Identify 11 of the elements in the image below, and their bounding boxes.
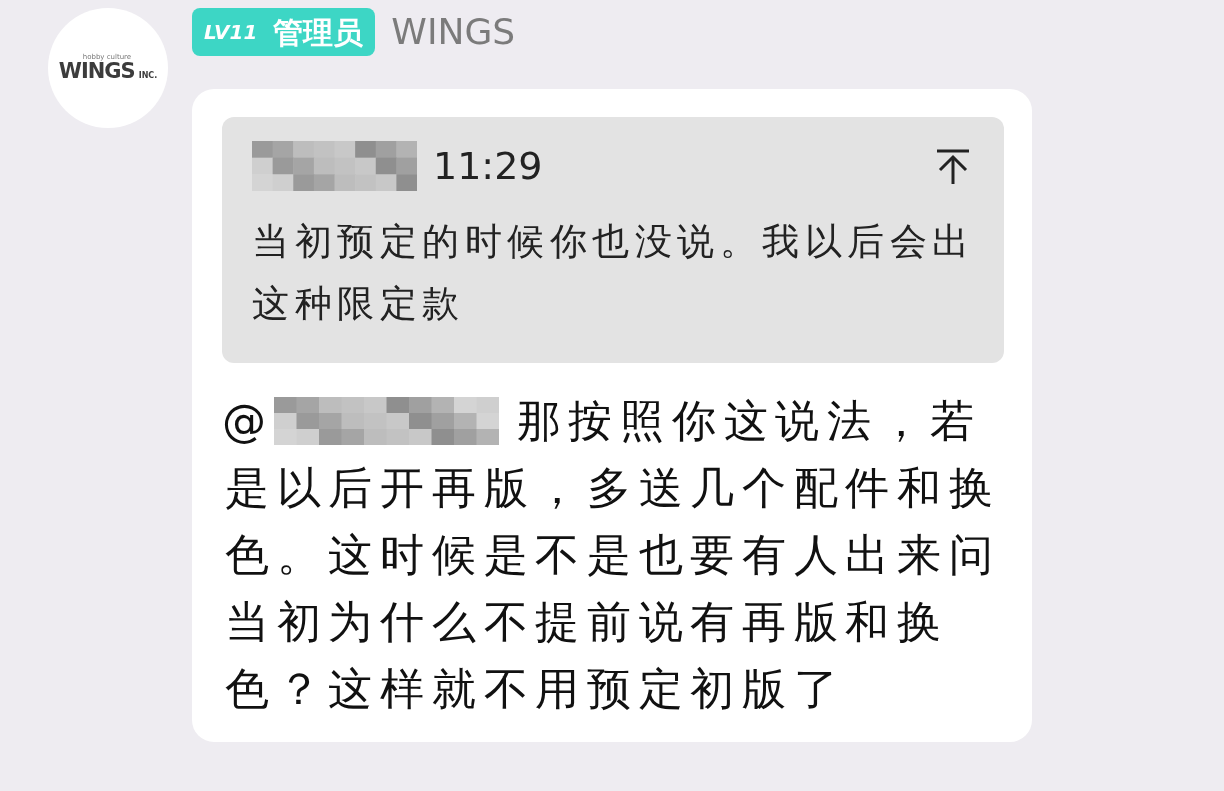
quote-text: 当初预定的时候你也没说。我以后会出这种限定款: [252, 219, 976, 327]
quote-time: 11:29: [433, 147, 543, 185]
role-label: 管理员: [273, 13, 364, 52]
message-text: 是以后开再版，多送几个配件和换色。这时候是不是也要有人出来问当初为什么不提前说有再版和换色？这样就不用预定初版了: [225, 461, 1002, 716]
pin-to-top-icon[interactable]: [936, 148, 970, 184]
message-text: 那按照你这说法，若: [516, 394, 982, 448]
mention-sign: @: [222, 394, 274, 448]
level-label: LV11: [204, 19, 258, 46]
sender-name: WINGS: [391, 10, 516, 54]
logo-text: WINGS: [58, 61, 135, 82]
logo-suffix: INC.: [138, 70, 158, 82]
